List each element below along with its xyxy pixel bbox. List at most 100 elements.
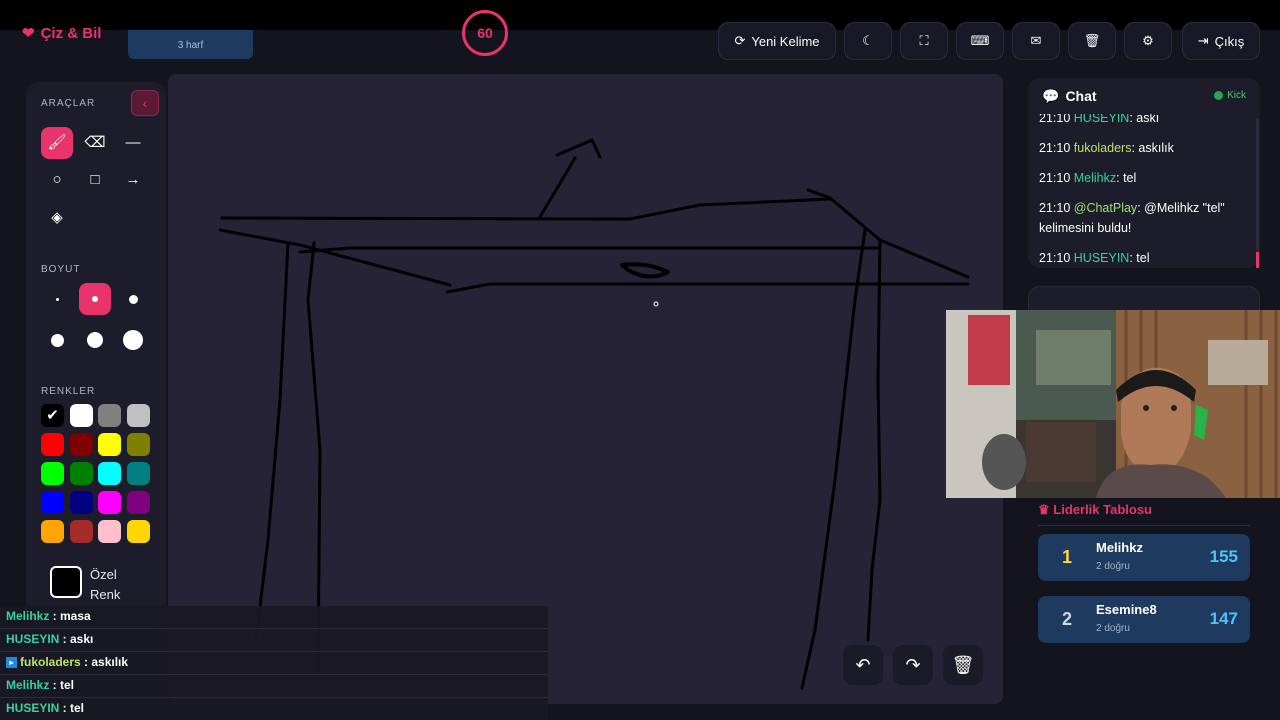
custom-color-label: Özel Renk (90, 565, 120, 605)
stream-chat-row: Melihkz : masa (0, 606, 548, 629)
leaderboard-row: 2 Esemine8 2 doğru 147 (1038, 596, 1250, 643)
fullscreen-button[interactable]: ⛶ (900, 22, 948, 60)
color-swatch[interactable] (69, 462, 93, 485)
color-swatch[interactable] (126, 491, 150, 514)
chat-message: 21:10 @ChatPlay: @Melihkz "tel" kelimesi… (1039, 198, 1251, 238)
exit-button[interactable]: ⇥ Çıkış (1182, 22, 1260, 60)
color-swatch[interactable]: ✔ (41, 404, 64, 427)
color-swatch[interactable] (126, 462, 150, 485)
size-option-1[interactable] (41, 283, 73, 315)
color-swatch[interactable] (98, 433, 121, 456)
leaderboard: ♛ Liderlik Tablosu 1 Melihkz 2 doğru 155… (1028, 498, 1260, 658)
leaderboard-title: ♛ Liderlik Tablosu (1038, 502, 1152, 518)
round-timer: 60 (462, 10, 508, 56)
color-swatch[interactable] (126, 433, 150, 456)
custom-color-picker[interactable] (50, 566, 82, 598)
fullscreen-icon: ⛶ (919, 33, 929, 48)
color-swatch[interactable] (126, 520, 150, 543)
fill-tool[interactable]: ◈ (41, 202, 73, 234)
message-button[interactable]: ✉ (1012, 22, 1060, 60)
size-option-4[interactable] (41, 324, 73, 356)
undo-button[interactable]: ↶ (843, 645, 883, 685)
trash-icon: 🗑 (1083, 33, 1101, 48)
collapse-panel-button[interactable]: ‹ (131, 90, 159, 116)
chevron-left-icon: ‹ (142, 95, 148, 111)
trash-icon: 🗑 (951, 655, 975, 675)
size-dot (128, 294, 138, 304)
stream-chat-text: : tel (49, 678, 75, 692)
new-word-label: Yeni Kelime (751, 33, 820, 49)
size-option-3[interactable] (117, 283, 149, 315)
leaderboard-correct-count: 2 doğru (1096, 623, 1130, 634)
theme-toggle-button[interactable]: ☾ (844, 22, 892, 60)
keyboard-icon: ⌨ (970, 33, 990, 48)
divider (1038, 525, 1250, 526)
stream-chat-text: : askılık (80, 655, 129, 669)
chat-scrollbar[interactable] (1256, 118, 1259, 268)
delete-button[interactable]: 🗑 (1068, 22, 1116, 60)
color-swatch[interactable] (69, 491, 93, 514)
size-option-2[interactable] (79, 283, 111, 315)
line-tool[interactable]: — (117, 127, 149, 159)
chat-scroll-thumb[interactable] (1256, 252, 1259, 268)
brush-icon: 🖌 (47, 134, 67, 151)
color-swatch[interactable] (126, 404, 150, 427)
mail-icon: ✉ (1030, 33, 1042, 48)
webcam-overlay (946, 310, 1280, 498)
size-dot (92, 296, 98, 302)
app-logo[interactable]: ❤ Çiz & Bil (22, 24, 101, 42)
chat-message: 21:10 HUSEYIN: tel (1039, 248, 1251, 268)
chat-time: 21:10 (1039, 251, 1071, 265)
brush-tool[interactable]: 🖌 (41, 127, 73, 159)
leaderboard-rank: 1 (1062, 547, 1073, 567)
tools-panel: ARAÇLAR ‹ 🖌 ⌫ — ○ □ → ◈ BOYUT RENKLER ✔ … (26, 82, 166, 630)
square-icon: □ (90, 171, 100, 188)
color-swatch[interactable] (41, 520, 64, 543)
settings-button[interactable]: ⚙ (1124, 22, 1172, 60)
color-swatch[interactable] (41, 433, 64, 456)
colors-section-label: RENKLER (41, 386, 96, 397)
app-logo-text: Çiz & Bil (40, 25, 102, 42)
new-word-button[interactable]: ⟳ Yeni Kelime (718, 22, 836, 60)
color-swatch[interactable] (69, 404, 93, 427)
color-swatch[interactable] (69, 520, 93, 543)
chat-text: : askılık (1131, 141, 1174, 155)
redo-button[interactable]: ↷ (893, 645, 933, 685)
color-swatch[interactable] (69, 433, 93, 456)
chat-time: 21:10 (1039, 141, 1071, 155)
undo-icon: ↶ (855, 655, 871, 675)
chat-user: Melihkz (1073, 171, 1117, 185)
color-swatch[interactable] (41, 491, 64, 514)
heart-icon: ❤ (22, 25, 35, 42)
color-swatch[interactable] (98, 491, 121, 514)
kick-status: Kick (1214, 90, 1246, 101)
chat-title: 💬 Chat (1042, 88, 1097, 105)
paint-bucket-icon: ◈ (51, 209, 63, 226)
arrow-right-icon: → (125, 171, 141, 188)
word-hint-box: 3 harf (128, 30, 253, 59)
circle-tool[interactable]: ○ (41, 164, 73, 196)
stream-chat-user: HUSEYIN (6, 632, 60, 646)
size-option-5[interactable] (79, 324, 111, 356)
color-swatch[interactable] (98, 404, 121, 427)
secondary-panel (1028, 286, 1260, 310)
chat-time: 21:10 (1039, 171, 1071, 185)
custom-color-label-line1: Özel (90, 567, 117, 582)
clear-canvas-button[interactable]: 🗑 (943, 645, 983, 685)
chat-text: : tel (1116, 171, 1137, 185)
size-option-6[interactable] (117, 324, 149, 356)
chat-bubbles-icon: 💬 (1042, 88, 1060, 104)
crown-icon: ♛ (1038, 502, 1050, 517)
leaderboard-title-text: Liderlik Tablosu (1053, 502, 1152, 517)
rectangle-tool[interactable]: □ (79, 164, 111, 196)
arrow-tool[interactable]: → (117, 164, 149, 196)
stream-chat-user: fukoladers (20, 655, 81, 669)
chat-user: HUSEYIN (1073, 251, 1130, 265)
keyboard-button[interactable]: ⌨ (956, 22, 1004, 60)
color-swatch[interactable] (98, 520, 121, 543)
size-section-label: BOYUT (41, 264, 81, 275)
color-swatch[interactable] (41, 462, 64, 485)
kick-status-text: Kick (1227, 90, 1246, 101)
eraser-tool[interactable]: ⌫ (79, 127, 111, 159)
color-swatch[interactable] (98, 462, 121, 485)
